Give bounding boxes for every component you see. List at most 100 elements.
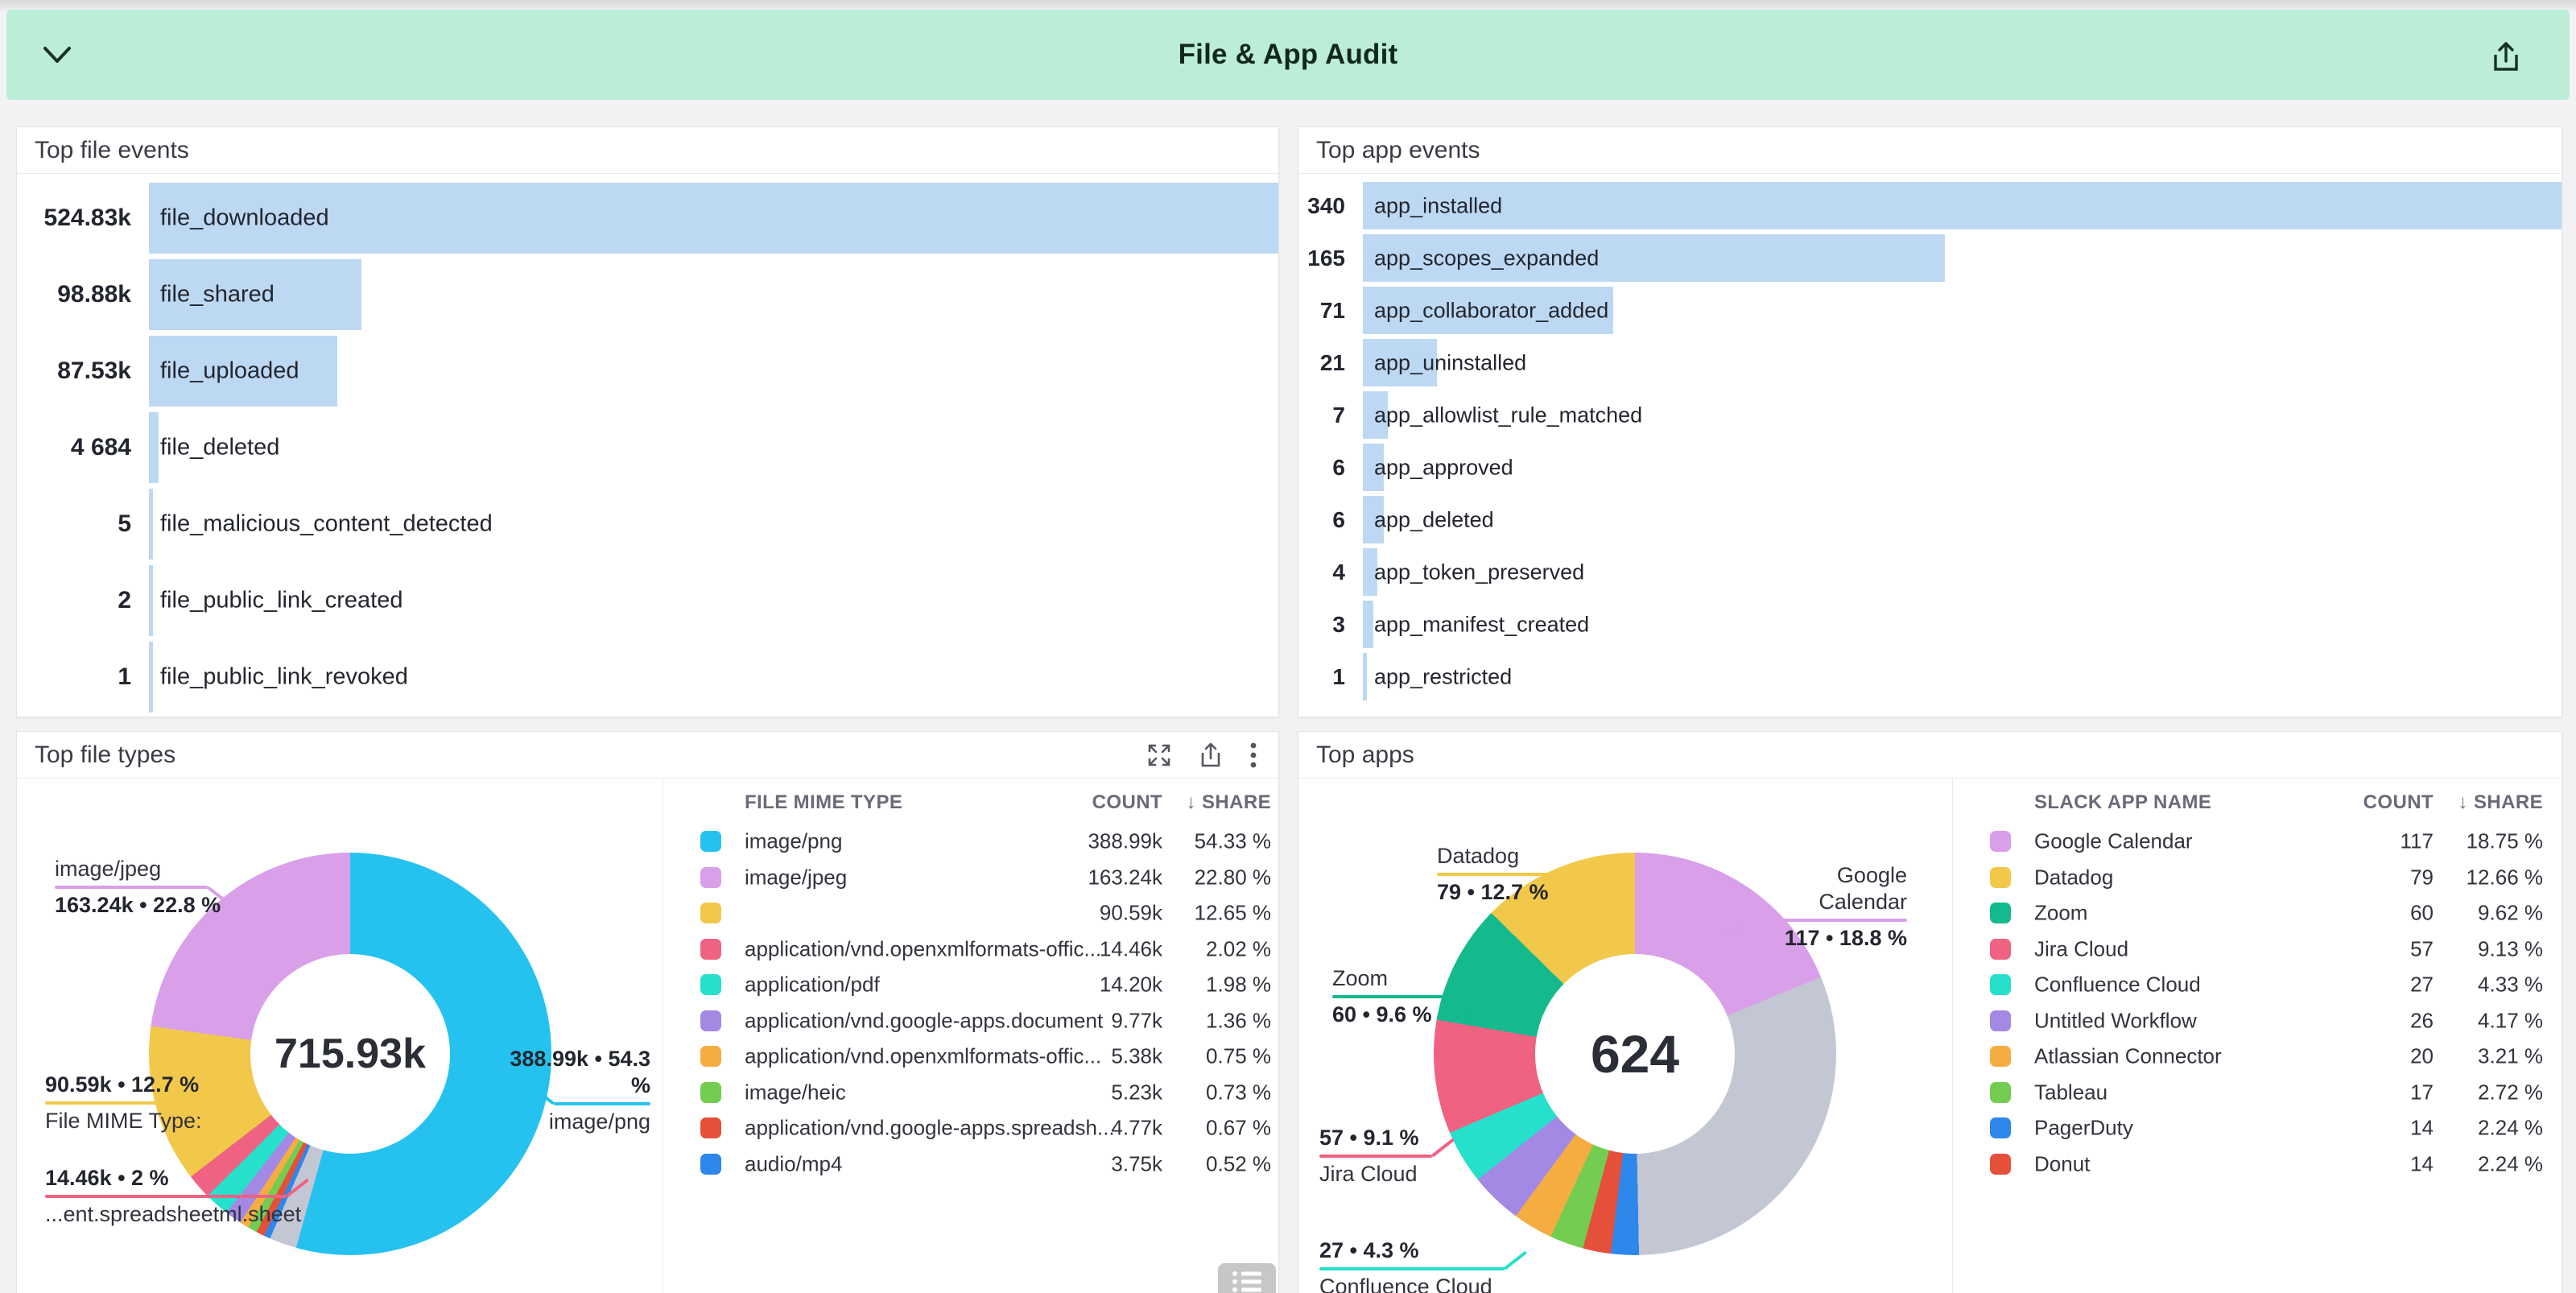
legend-chip bbox=[1990, 1117, 2011, 1138]
table-row[interactable]: Datadog7912.66 % bbox=[1953, 860, 2562, 896]
bar-label: file_public_link_created bbox=[160, 587, 402, 613]
column-header-name[interactable]: SLACK APP NAME bbox=[2034, 791, 2211, 814]
column-header-count[interactable]: COUNT bbox=[1092, 791, 1162, 814]
cell-name: Atlassian Connector bbox=[2034, 1044, 2222, 1069]
cell-share: 0.52 % bbox=[1206, 1151, 1271, 1176]
bar-track: app_deleted bbox=[1363, 496, 2562, 543]
bar[interactable] bbox=[149, 642, 153, 713]
table-row[interactable]: application/vnd.google-apps.spreadsh...4… bbox=[663, 1110, 1278, 1146]
list-view-toggle-button[interactable] bbox=[1218, 1263, 1276, 1293]
legend-chip bbox=[700, 1082, 721, 1103]
bar-label: file_malicious_content_detected bbox=[160, 510, 493, 537]
table-row[interactable]: image/jpeg163.24k22.80 % bbox=[663, 860, 1278, 896]
app-events-bar-list: 340app_installed165app_scopes_expanded71… bbox=[1298, 174, 2562, 703]
table-row[interactable]: Tableau172.72 % bbox=[1953, 1075, 2562, 1111]
file-types-table: FILE MIME TYPE COUNT ↓ SHARE image/png38… bbox=[663, 779, 1278, 1293]
cell-share: 9.13 % bbox=[2478, 936, 2543, 961]
bar-row: 4app_token_preserved bbox=[1298, 546, 2562, 598]
callout-line: ...ent.spreadsheetml.sheet bbox=[45, 1201, 301, 1228]
bar-track: app_token_preserved bbox=[1363, 548, 2562, 596]
bar-row: 1app_restricted bbox=[1298, 651, 2562, 703]
legend-chip bbox=[700, 903, 721, 923]
bar-value: 87.53k bbox=[17, 357, 131, 385]
table-row[interactable]: Jira Cloud579.13 % bbox=[1953, 932, 2562, 968]
legend-chip bbox=[700, 867, 721, 888]
bar-row: 3app_manifest_created bbox=[1298, 598, 2562, 651]
legend-chip bbox=[1990, 974, 2011, 995]
legend-chip bbox=[700, 939, 721, 960]
bar-track: app_installed bbox=[1363, 182, 2562, 229]
table-row[interactable]: application/pdf14.20k1.98 % bbox=[663, 967, 1278, 1003]
column-header-share[interactable]: ↓ SHARE bbox=[2458, 791, 2544, 814]
table-row[interactable]: application/vnd.openxmlformats-offic...1… bbox=[663, 932, 1278, 968]
cell-name: application/pdf bbox=[745, 973, 880, 998]
cell-count: 3.75k bbox=[1111, 1151, 1162, 1176]
table-row[interactable]: image/heic5.23k0.73 % bbox=[663, 1075, 1278, 1111]
cell-count: 9.77k bbox=[1111, 1008, 1162, 1033]
legend-chip bbox=[700, 1154, 721, 1175]
cell-share: 0.73 % bbox=[1206, 1080, 1271, 1105]
bar-row: 4 684file_deleted bbox=[17, 409, 1278, 485]
table-row[interactable]: PagerDuty142.24 % bbox=[1953, 1110, 2562, 1146]
bar[interactable] bbox=[149, 412, 159, 483]
cell-share: 54.33 % bbox=[1195, 829, 1271, 854]
table-row[interactable]: Untitled Workflow264.17 % bbox=[1953, 1003, 2562, 1039]
bar-track: app_restricted bbox=[1363, 653, 2562, 700]
bar-row: 1file_public_link_revoked bbox=[17, 638, 1278, 715]
kebab-menu-icon[interactable] bbox=[1249, 742, 1257, 769]
bar[interactable] bbox=[1363, 601, 1373, 648]
table-row[interactable]: Atlassian Connector203.21 % bbox=[1953, 1039, 2562, 1075]
callout-line: 60 • 9.6 % bbox=[1332, 1002, 1445, 1028]
table-row[interactable]: Google Calendar11718.75 % bbox=[1953, 824, 2562, 860]
legend-chip bbox=[700, 974, 721, 995]
bar-track: file_deleted bbox=[149, 412, 1278, 483]
bar-track: file_malicious_content_detected bbox=[149, 489, 1278, 560]
bar-row: 165app_scopes_expanded bbox=[1298, 232, 2562, 284]
panel-title: Top apps bbox=[1298, 732, 2562, 779]
cell-count: 17 bbox=[2410, 1080, 2434, 1105]
table-row[interactable]: Zoom609.62 % bbox=[1953, 895, 2562, 932]
table-row[interactable]: image/png388.99k54.33 % bbox=[663, 824, 1278, 860]
column-header-share[interactable]: ↓ SHARE bbox=[1187, 791, 1272, 814]
bar-row: 98.88kfile_shared bbox=[17, 256, 1278, 333]
table-row[interactable]: application/vnd.openxmlformats-offic...5… bbox=[663, 1039, 1278, 1075]
bar[interactable] bbox=[149, 489, 153, 560]
donut-callout: 57 • 9.1 %Jira Cloud bbox=[1319, 1125, 1432, 1188]
table-row[interactable]: Donut142.24 % bbox=[1953, 1146, 2562, 1183]
bar-value: 6 bbox=[1298, 507, 1345, 533]
cell-name: Zoom bbox=[2034, 901, 2087, 926]
dashboard-page: File & App Audit Top file events 524.83k… bbox=[0, 0, 2576, 1293]
callout-rule bbox=[1319, 1155, 1432, 1158]
panel-top-file-events: Top file events 524.83kfile_downloaded98… bbox=[16, 126, 1279, 717]
column-header-count[interactable]: COUNT bbox=[2363, 791, 2434, 814]
cell-name: Datadog bbox=[2034, 865, 2113, 890]
cell-count: 57 bbox=[2410, 936, 2434, 961]
callout-rule-tail bbox=[1431, 1138, 1455, 1157]
bar-row: 6 app_deleted bbox=[1298, 494, 2562, 546]
apps-donut-zone: 624 Datadog79 • 12.7 %Google Calendar117… bbox=[1298, 779, 1952, 1293]
callout-line: Confluence Cloud bbox=[1319, 1274, 1505, 1293]
table-row[interactable]: application/vnd.google-apps.document9.77… bbox=[663, 1003, 1278, 1039]
sort-desc-icon: ↓ bbox=[2458, 791, 2468, 813]
table-row[interactable]: Confluence Cloud274.33 % bbox=[1953, 967, 2562, 1003]
bar[interactable] bbox=[149, 565, 153, 636]
bar-value: 6 bbox=[1298, 455, 1345, 481]
share-icon[interactable] bbox=[1198, 742, 1224, 769]
legend-chip bbox=[1990, 903, 2011, 923]
cell-share: 3.21 % bbox=[2478, 1044, 2543, 1069]
bar-value: 21 bbox=[1298, 350, 1345, 376]
callout-line: 79 • 12.7 % bbox=[1437, 879, 1558, 906]
export-icon[interactable] bbox=[2489, 39, 2523, 76]
cell-name: image/heic bbox=[745, 1080, 846, 1105]
cell-share: 2.72 % bbox=[2478, 1080, 2543, 1105]
table-row[interactable]: 90.59k12.65 % bbox=[663, 895, 1278, 932]
bar[interactable] bbox=[1363, 653, 1367, 700]
legend-chip bbox=[1990, 1046, 2011, 1067]
expand-icon[interactable] bbox=[1146, 742, 1172, 768]
cell-name: Donut bbox=[2034, 1151, 2090, 1176]
column-header-name[interactable]: FILE MIME TYPE bbox=[745, 791, 902, 814]
callout-rule-tail bbox=[1504, 1250, 1527, 1270]
table-row[interactable]: audio/mp43.75k0.52 % bbox=[663, 1146, 1278, 1183]
bar-label: app_allowlist_rule_matched bbox=[1374, 403, 1642, 428]
bar[interactable] bbox=[1363, 182, 2562, 229]
